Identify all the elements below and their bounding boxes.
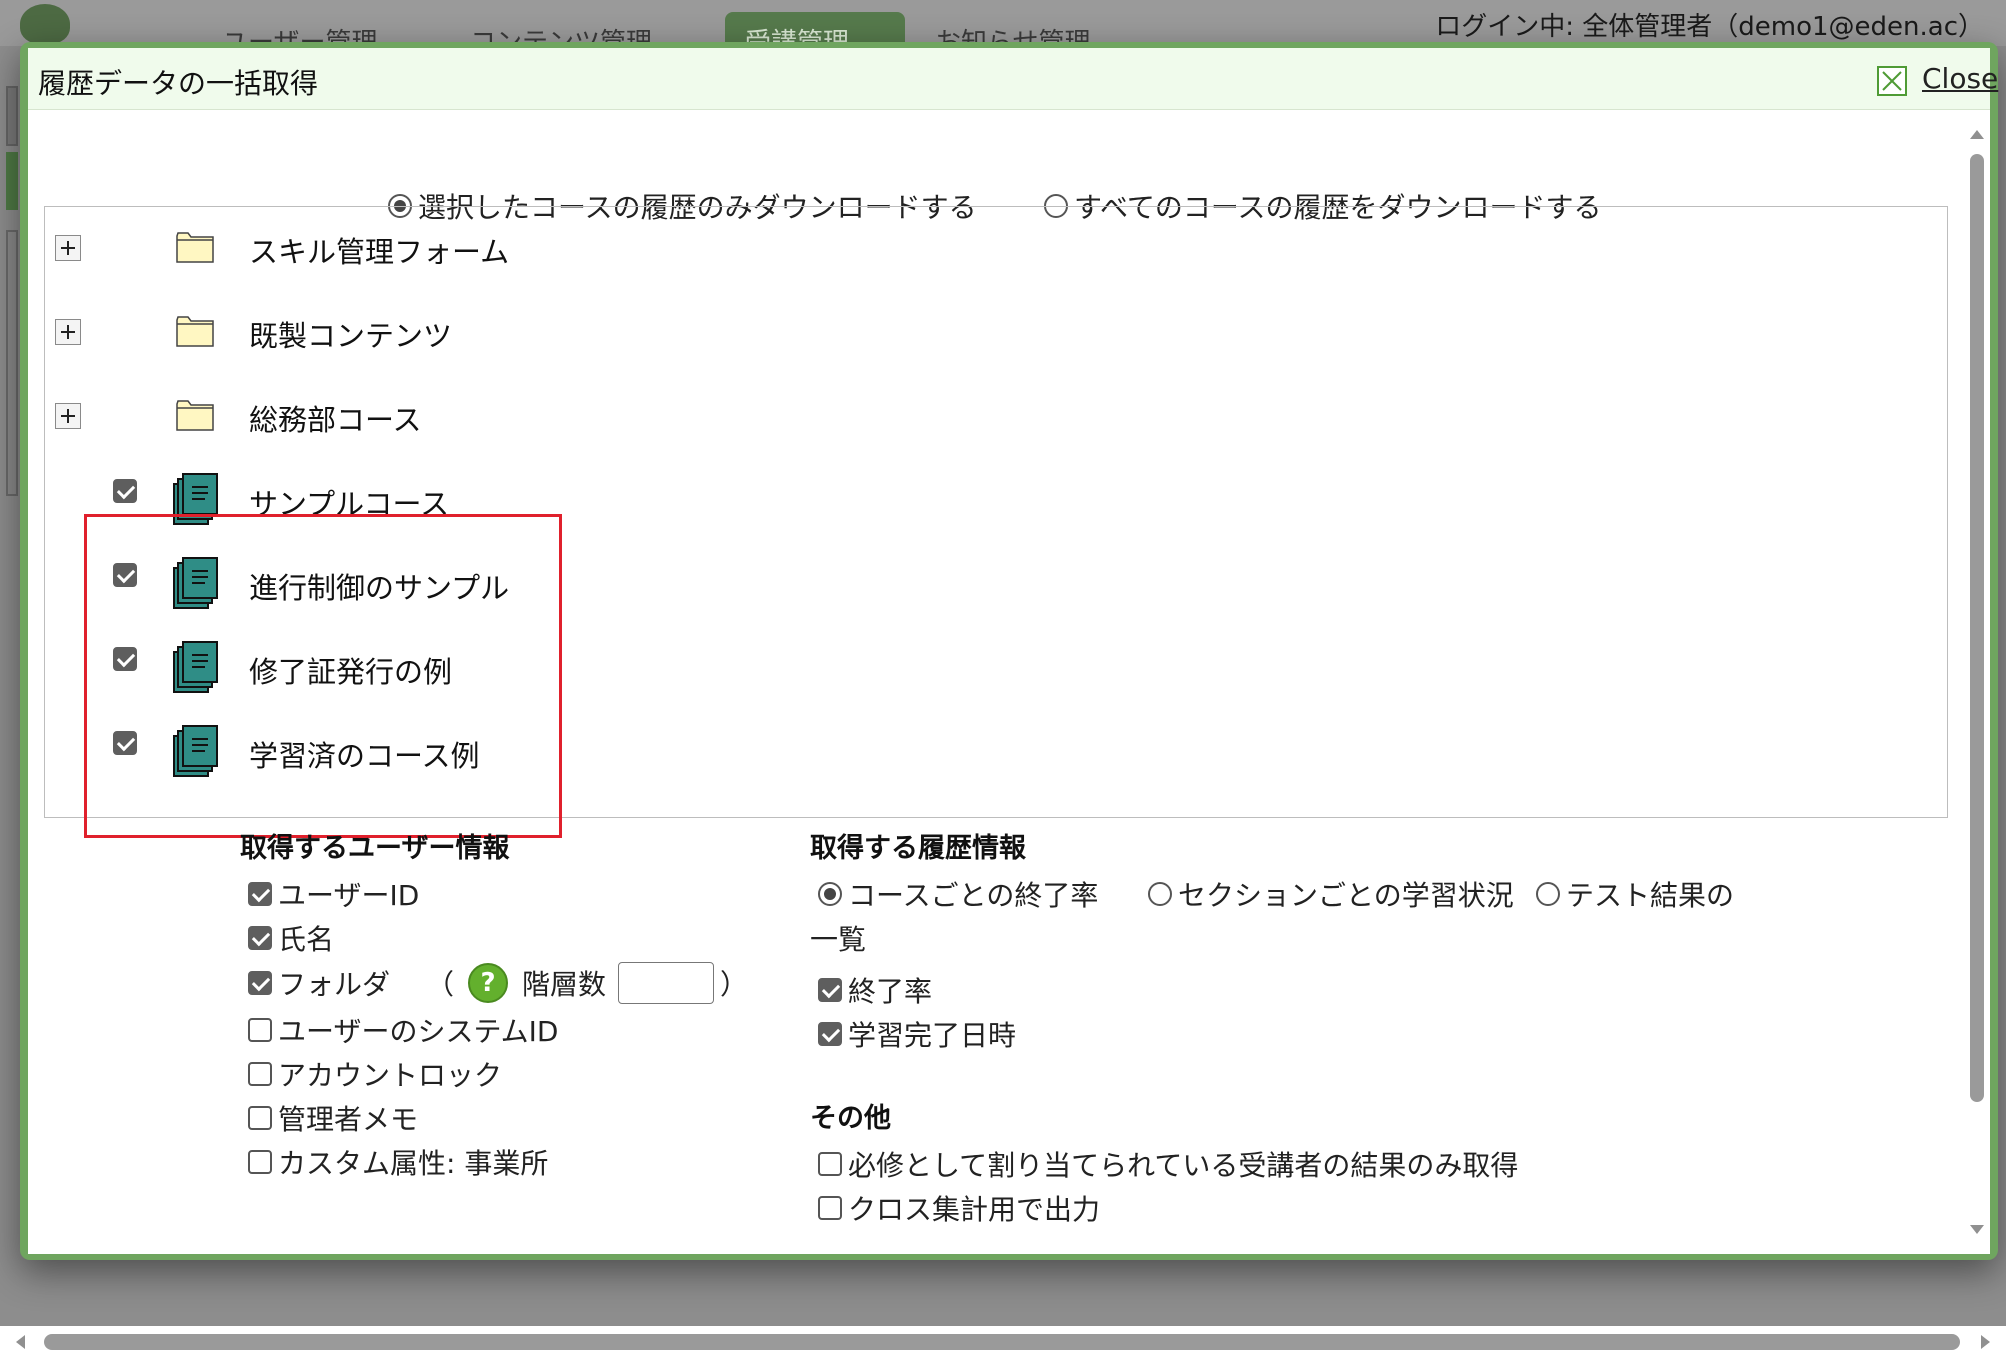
login-status: ログイン中: 全体管理者（demo1@eden.ac） — [1435, 12, 1984, 42]
option-label: 必修として割り当てられている受講者の結果のみ取得 — [848, 1149, 1519, 1182]
tree-folder-label: 総務部コース — [249, 403, 422, 437]
background-button-edge — [6, 152, 18, 210]
option-label: クロス集計用で出力 — [848, 1193, 1101, 1226]
option-label: コースごとの終了率 — [848, 879, 1099, 912]
option-label: フォルダ — [278, 968, 391, 1001]
user-info-option[interactable]: 管理者メモ — [248, 1098, 418, 1138]
history-info-option[interactable]: 終了率 — [818, 970, 932, 1010]
folder-icon — [176, 400, 214, 431]
option-label: ユーザーID — [278, 879, 420, 912]
tree-folder-row[interactable]: 総務部コース — [45, 379, 1947, 449]
option-label: 学習完了日時 — [848, 1019, 1017, 1052]
tree-folder-row[interactable]: 既製コンテンツ — [45, 295, 1947, 365]
history-download-dialog: 履歴データの一括取得 Close 選択したコースの履歴のみダウンロードする すべ… — [20, 42, 1998, 1260]
history-info-option[interactable]: 学習完了日時 — [818, 1014, 1016, 1054]
app-logo — [20, 4, 70, 44]
dialog-header: 履歴データの一括取得 Close — [28, 48, 1998, 110]
other-option[interactable]: クロス集計用で出力 — [818, 1188, 1100, 1228]
paren-close: ） — [720, 968, 749, 1001]
option-label: アカウントロック — [278, 1059, 503, 1092]
history-type-radio[interactable]: セクションごとの学習状況 — [1148, 874, 1514, 914]
tree-folder-label: 既製コンテンツ — [249, 319, 453, 353]
scrollbar-thumb[interactable] — [44, 1334, 1960, 1350]
scroll-right-arrow-icon[interactable] — [1981, 1335, 1990, 1349]
option-label: 氏名 — [278, 923, 335, 956]
close-button[interactable]: Close — [1922, 62, 1998, 95]
option-label: カスタム属性: 事業所 — [278, 1147, 549, 1180]
expand-icon[interactable] — [55, 403, 81, 429]
folder-icon — [176, 232, 214, 263]
depth-input[interactable] — [618, 962, 715, 1004]
user-info-folder-option: フォルダ （ ? 階層数 ） — [248, 962, 748, 1004]
depth-label: 階層数 — [522, 968, 607, 1001]
scroll-left-arrow-icon[interactable] — [16, 1335, 25, 1349]
radio-button[interactable] — [1148, 882, 1172, 906]
scroll-up-arrow-icon[interactable] — [1970, 130, 1984, 139]
checkbox[interactable] — [248, 1106, 272, 1130]
radio-button[interactable] — [1536, 882, 1560, 906]
checkbox[interactable] — [248, 971, 272, 995]
tree-folder-label: スキル管理フォーム — [249, 235, 510, 269]
tree-folder-row[interactable]: スキル管理フォーム — [45, 211, 1947, 281]
user-info-option[interactable]: ユーザーのシステムID — [248, 1010, 558, 1050]
checkbox[interactable] — [818, 978, 842, 1002]
dialog-body: 選択したコースの履歴のみダウンロードする すべてのコースの履歴をダウンロードする… — [28, 110, 1990, 1254]
user-info-option[interactable]: アカウントロック — [248, 1054, 502, 1094]
folder-icon — [176, 316, 214, 347]
checkbox[interactable] — [818, 1196, 842, 1220]
history-type-radio[interactable]: テスト結果の — [1536, 874, 1734, 914]
horizontal-scrollbar[interactable] — [0, 1326, 2006, 1358]
checkbox[interactable] — [818, 1152, 842, 1176]
history-info-heading: 取得する履歴情報 — [810, 833, 1026, 864]
option-label: 終了率 — [848, 975, 933, 1008]
checkbox[interactable] — [248, 1018, 272, 1042]
scroll-down-arrow-icon[interactable] — [1970, 1225, 1984, 1234]
close-icon[interactable] — [1877, 66, 1907, 96]
history-type-radio[interactable]: コースごとの終了率 — [818, 874, 1098, 914]
option-label: ユーザーのシステムID — [278, 1015, 559, 1048]
checkbox[interactable] — [818, 1022, 842, 1046]
user-info-heading: 取得するユーザー情報 — [240, 833, 510, 864]
background-panel-edge — [6, 86, 18, 146]
user-info-option[interactable]: カスタム属性: 事業所 — [248, 1142, 548, 1182]
option-label: 管理者メモ — [278, 1103, 419, 1136]
checkbox[interactable] — [248, 1062, 272, 1086]
other-option[interactable]: 必修として割り当てられている受講者の結果のみ取得 — [818, 1144, 1518, 1184]
selection-highlight-box — [84, 514, 562, 838]
paren-open: （ — [426, 968, 455, 1001]
option-label: セクションごとの学習状況 — [1178, 879, 1514, 912]
checkbox[interactable] — [248, 1150, 272, 1174]
expand-icon[interactable] — [55, 319, 81, 345]
checkbox[interactable] — [248, 926, 272, 950]
dialog-title: 履歴データの一括取得 — [38, 67, 319, 100]
help-icon[interactable]: ? — [468, 963, 509, 1003]
scrollbar-thumb[interactable] — [1970, 154, 1984, 1102]
option-label: テスト結果の — [1566, 879, 1735, 912]
radio-button[interactable] — [818, 882, 842, 906]
expand-icon[interactable] — [55, 235, 81, 261]
background-panel-edge — [6, 230, 18, 496]
user-info-option[interactable]: ユーザーID — [248, 874, 419, 914]
history-type-wrap-text: 一覧 — [810, 923, 867, 956]
other-heading: その他 — [810, 1103, 891, 1134]
course-checkbox[interactable] — [113, 479, 137, 503]
checkbox[interactable] — [248, 882, 272, 906]
vertical-scrollbar[interactable] — [1962, 110, 1990, 1254]
user-info-option[interactable]: 氏名 — [248, 918, 334, 958]
